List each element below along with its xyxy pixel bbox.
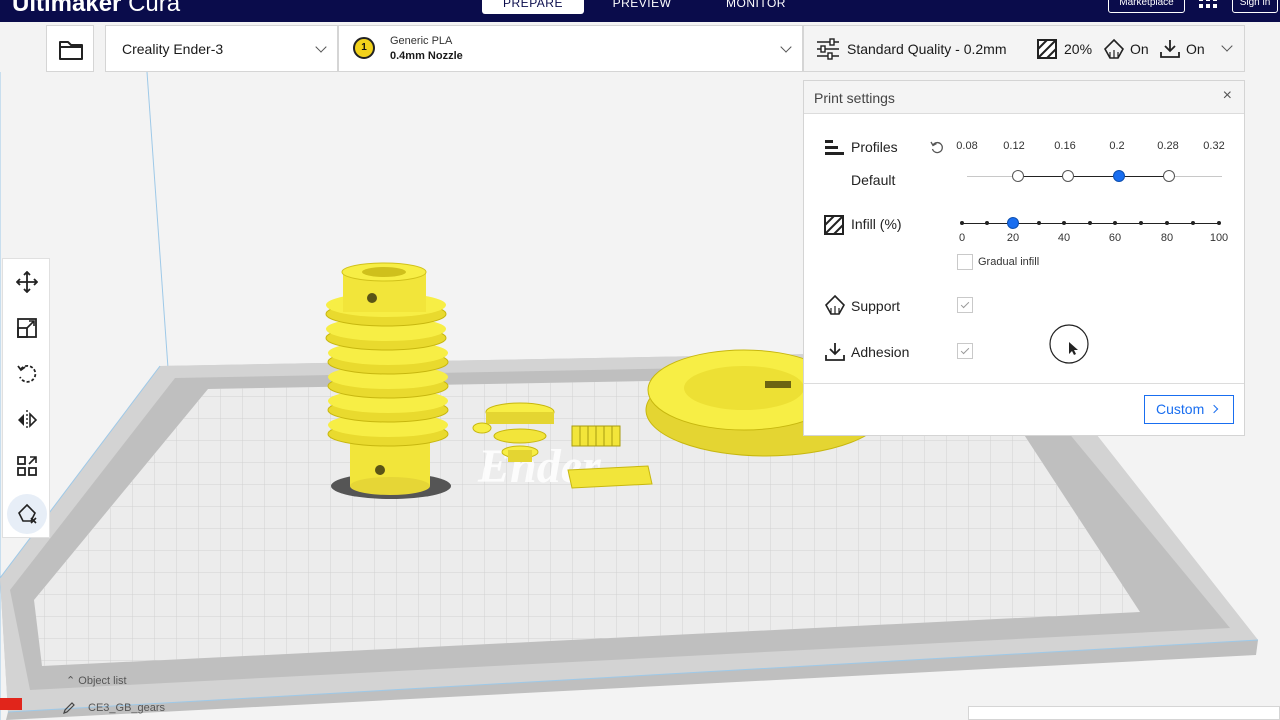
scale-tool[interactable] <box>7 308 47 348</box>
open-file-button[interactable] <box>46 25 94 72</box>
apps-grid-icon[interactable] <box>1199 0 1217 11</box>
quality-label: Standard Quality - 0.2mm <box>847 41 1007 57</box>
support-icon <box>1104 38 1124 59</box>
layer-height-label: 0.16 <box>1054 140 1076 152</box>
infill-tick <box>1191 221 1195 225</box>
app-logo: Ultimaker Cura <box>12 0 181 17</box>
scale-icon <box>17 318 37 338</box>
panel-title: Print settings <box>814 90 895 106</box>
layer-height-label: 0.2 <box>1109 140 1125 152</box>
tab-monitor[interactable]: MONITOR <box>706 0 806 14</box>
gradual-infill-checkbox[interactable] <box>957 254 973 270</box>
tool-panel <box>2 258 50 538</box>
sign-in-button[interactable]: Sign in <box>1232 0 1278 13</box>
chevron-down-icon <box>780 41 792 53</box>
per-model-settings-icon <box>17 456 37 476</box>
infill-tick-label: 0 <box>958 232 966 244</box>
support-label: Support <box>851 298 901 314</box>
rotate-tool[interactable] <box>7 354 47 394</box>
close-icon[interactable]: × <box>1223 87 1232 105</box>
file-name: CE3_GB_gears <box>88 702 166 714</box>
infill-tick-label: 60 <box>1108 232 1122 244</box>
printer-name: Creality Ender-3 <box>122 41 224 57</box>
reset-icon[interactable] <box>930 140 944 154</box>
cursor-highlight <box>1049 324 1089 364</box>
custom-button[interactable]: Custom <box>1144 395 1234 424</box>
profile-option[interactable] <box>1062 170 1074 182</box>
infill-label: Infill (%) <box>851 216 902 232</box>
panel-divider <box>804 383 1244 384</box>
infill-tick <box>1165 221 1169 225</box>
adhesion-value: On <box>1186 41 1205 57</box>
infill-tick <box>1037 221 1041 225</box>
profile-option-selected[interactable] <box>1113 170 1125 182</box>
infill-tick <box>1139 221 1143 225</box>
pencil-icon[interactable] <box>62 701 76 715</box>
extruder-badge: 1 <box>353 37 375 59</box>
infill-value: 20% <box>1064 41 1093 57</box>
tab-prepare[interactable]: PREPARE <box>482 0 584 14</box>
support-blocker-tool[interactable] <box>7 494 47 534</box>
chevron-down-icon <box>1221 40 1233 52</box>
sliders-icon <box>817 38 839 60</box>
print-settings-panel: Print settings × Profiles Default 0.08 0… <box>803 80 1245 436</box>
infill-icon <box>1037 39 1057 59</box>
profile-slider-active <box>1018 176 1168 177</box>
profiles-icon <box>825 140 844 155</box>
layer-height-label: 0.32 <box>1203 140 1225 152</box>
adhesion-icon <box>1160 40 1180 58</box>
marketplace-button[interactable]: Marketplace <box>1108 0 1185 13</box>
chevron-right-icon <box>1209 404 1219 414</box>
mirror-icon <box>18 410 38 430</box>
layer-height-label: 0.12 <box>1003 140 1025 152</box>
layer-height-label: 0.08 <box>956 140 978 152</box>
folder-icon <box>59 41 83 60</box>
mirror-tool[interactable] <box>7 400 47 440</box>
profile-current: Default <box>851 172 896 188</box>
material-name: Generic PLA <box>390 35 453 47</box>
action-panel <box>968 706 1280 720</box>
infill-tick-label: 80 <box>1160 232 1174 244</box>
adhesion-icon <box>825 343 845 361</box>
worm-gear-model <box>325 262 449 447</box>
rotate-icon <box>17 364 37 383</box>
material-selector[interactable]: 1 Generic PLA 0.4mm Nozzle <box>338 25 803 72</box>
infill-tick-label: 100 <box>1209 232 1229 244</box>
printer-selector[interactable]: Creality Ender-3 <box>105 25 338 72</box>
adhesion-checkbox[interactable] <box>957 343 973 359</box>
support-blocker-icon <box>18 503 37 524</box>
infill-tick <box>1217 221 1221 225</box>
header-bar: Ultimaker Cura PREPARE PREVIEW MONITOR M… <box>0 0 1280 22</box>
gradual-infill-label: Gradual infill <box>978 256 1040 268</box>
infill-tick-label: 40 <box>1057 232 1071 244</box>
infill-icon <box>824 215 844 235</box>
move-icon <box>16 271 38 293</box>
panel-header: Print settings × <box>804 81 1244 114</box>
object-list-toggle[interactable]: ⌃ Object list <box>66 674 127 687</box>
cura-window: Ender Ultimaker Cura PREPARE PREVIEW MON… <box>0 0 1280 720</box>
chevron-down-icon <box>315 41 327 53</box>
profile-option[interactable] <box>1163 170 1175 182</box>
adhesion-label: Adhesion <box>851 344 910 360</box>
support-checkbox[interactable] <box>957 297 973 313</box>
nozzle-size: 0.4mm Nozzle <box>390 50 463 62</box>
error-marker <box>0 698 22 710</box>
infill-slider-handle[interactable] <box>1007 217 1019 229</box>
per-model-settings-tool[interactable] <box>7 446 47 486</box>
print-settings-selector[interactable]: Standard Quality - 0.2mm 20% On On <box>803 25 1245 72</box>
layer-height-label: 0.28 <box>1157 140 1179 152</box>
profiles-label: Profiles <box>851 139 898 155</box>
infill-tick <box>1088 221 1092 225</box>
infill-tick <box>1113 221 1117 225</box>
flat-gear-model <box>567 465 653 489</box>
infill-tick-label: 20 <box>1006 232 1020 244</box>
infill-tick <box>960 221 964 225</box>
infill-tick <box>1062 221 1066 225</box>
move-tool[interactable] <box>7 262 47 302</box>
tab-preview[interactable]: PREVIEW <box>594 0 690 14</box>
support-icon <box>825 294 845 315</box>
infill-tick <box>985 221 989 225</box>
profile-option[interactable] <box>1012 170 1024 182</box>
support-value: On <box>1130 41 1149 57</box>
